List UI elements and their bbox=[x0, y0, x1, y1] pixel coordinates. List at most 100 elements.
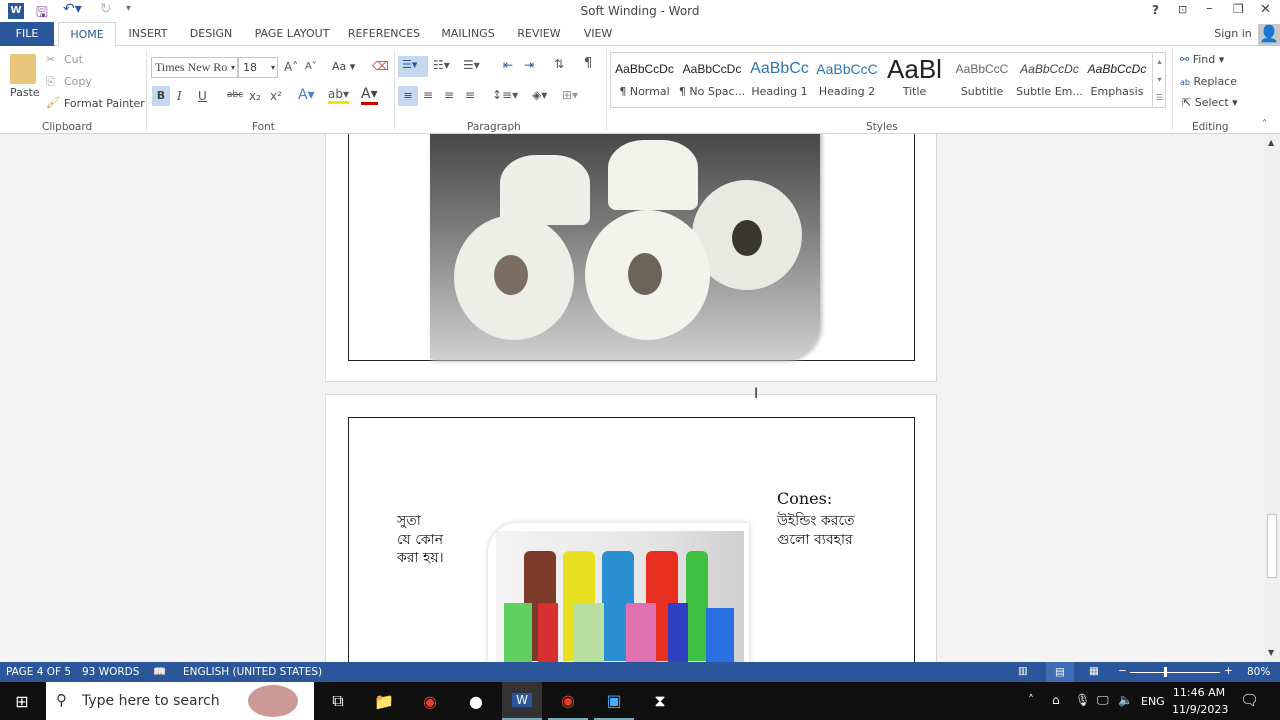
page-count[interactable]: PAGE 4 OF 5 bbox=[6, 666, 71, 678]
increase-indent-icon[interactable]: ⇥ bbox=[524, 58, 534, 72]
sort-icon[interactable]: ⇅ bbox=[554, 57, 564, 71]
zoom-slider-thumb[interactable] bbox=[1164, 667, 1167, 677]
show-hidden-icons[interactable]: ˄ bbox=[1028, 693, 1034, 707]
tab-design[interactable]: DESIGN bbox=[184, 22, 238, 46]
shrink-font-icon[interactable]: A˅ bbox=[305, 61, 317, 72]
help-button[interactable]: ? bbox=[1152, 3, 1159, 17]
paste-icon[interactable] bbox=[10, 54, 36, 84]
highlight-icon[interactable]: ab▾ bbox=[328, 87, 349, 104]
align-left-button[interactable]: ≡ bbox=[398, 86, 418, 106]
multilevel-list-icon[interactable]: ☰▾ bbox=[463, 58, 480, 72]
network-icon[interactable]: ⌂ bbox=[1052, 693, 1060, 707]
clock-date[interactable]: 11/9/2023 bbox=[1172, 703, 1228, 716]
paste-button[interactable]: Paste bbox=[10, 86, 40, 99]
replace-button[interactable]: ab Replace bbox=[1180, 75, 1237, 88]
proofing-icon[interactable]: 📖 bbox=[153, 665, 166, 678]
capcut-icon[interactable]: ⧗ bbox=[640, 682, 680, 720]
tab-view[interactable]: VIEW bbox=[578, 22, 618, 46]
font-color-icon[interactable]: A▾ bbox=[361, 86, 378, 105]
zoom-level[interactable]: 80% bbox=[1247, 666, 1270, 678]
text-effects-icon[interactable]: A▾ bbox=[298, 87, 315, 103]
style-normal[interactable]: AaBbCcDc ¶ Normal bbox=[611, 53, 678, 107]
microphone-icon[interactable]: 🎙 bbox=[1075, 693, 1090, 707]
align-center-icon[interactable]: ≡ bbox=[423, 88, 433, 102]
taskbar-search[interactable]: ⚲ Type here to search bbox=[46, 682, 314, 720]
underline-button[interactable]: U bbox=[198, 89, 207, 103]
zoom-in-button[interactable]: + bbox=[1224, 665, 1233, 677]
zoom-out-button[interactable]: − bbox=[1118, 665, 1127, 677]
strikethrough-button[interactable]: abc bbox=[227, 90, 243, 100]
tab-insert[interactable]: INSERT bbox=[122, 22, 174, 46]
close-button[interactable]: ✕ bbox=[1260, 2, 1271, 17]
chrome-profile-icon[interactable]: ◉ bbox=[548, 682, 588, 720]
input-language[interactable]: ENG bbox=[1141, 695, 1165, 708]
file-explorer-icon[interactable]: 📁 bbox=[364, 682, 404, 720]
italic-button[interactable]: I bbox=[177, 89, 182, 103]
ribbon-display-options-icon[interactable]: ⊡ bbox=[1178, 3, 1187, 16]
font-size-select[interactable]: 18 ▾ bbox=[238, 57, 278, 78]
sign-in-link[interactable]: Sign in bbox=[1210, 22, 1256, 46]
style-subtle-em[interactable]: AaBbCcDc Subtle Em... bbox=[1016, 53, 1083, 107]
copy-button[interactable]: Copy bbox=[64, 75, 92, 88]
zoom-slider[interactable] bbox=[1130, 672, 1220, 673]
read-mode-icon[interactable]: ▥ bbox=[1018, 665, 1028, 677]
select-button[interactable]: ⇱ Select ▾ bbox=[1182, 96, 1238, 109]
tab-home[interactable]: HOME bbox=[58, 22, 116, 47]
web-layout-icon[interactable]: ▦ bbox=[1089, 665, 1099, 677]
clock-time[interactable]: 11:46 AM bbox=[1172, 686, 1226, 699]
collapse-ribbon-icon[interactable]: ˄ bbox=[1262, 119, 1267, 130]
document-area[interactable]: সুতা যে কোন করা হয়। Cones: উইন্ডিং করতে… bbox=[0, 134, 1264, 662]
word-taskbar-icon[interactable]: W bbox=[502, 682, 542, 720]
style-emphasis[interactable]: AaBbCcDc Emphasis bbox=[1084, 53, 1151, 107]
style-title[interactable]: AaBl Title bbox=[881, 53, 948, 107]
scrollbar-thumb[interactable] bbox=[1267, 514, 1277, 578]
minimize-button[interactable]: – bbox=[1206, 1, 1213, 16]
tab-file[interactable]: FILE bbox=[0, 22, 54, 46]
format-painter-button[interactable]: Format Painter bbox=[64, 97, 145, 110]
chrome-icon[interactable]: ◉ bbox=[410, 682, 450, 720]
numbering-icon[interactable]: ☷▾ bbox=[433, 58, 450, 72]
app-icon[interactable]: ● bbox=[456, 682, 496, 720]
superscript-button[interactable]: x² bbox=[270, 89, 282, 103]
tab-review[interactable]: REVIEW bbox=[512, 22, 566, 46]
line-spacing-icon[interactable]: ↕≡▾ bbox=[492, 88, 518, 102]
style-no-spac[interactable]: AaBbCcDc ¶ No Spac... bbox=[679, 53, 746, 107]
clear-formatting-icon[interactable]: ⌫ bbox=[372, 59, 389, 73]
volume-icon[interactable]: 🔈 bbox=[1118, 693, 1133, 707]
restore-button[interactable]: ❐ bbox=[1233, 2, 1244, 16]
word-count[interactable]: 93 WORDS bbox=[82, 666, 139, 678]
bullets-button[interactable]: ☰▾ bbox=[398, 56, 428, 77]
font-name-select[interactable]: Times New Ro ▾ bbox=[151, 57, 238, 78]
shading-icon[interactable]: ◈▾ bbox=[532, 88, 547, 102]
show-formatting-icon[interactable]: ¶ bbox=[584, 56, 592, 71]
display-icon[interactable]: 🖵 bbox=[1097, 693, 1109, 708]
notifications-icon[interactable]: 🗨 bbox=[1240, 691, 1259, 709]
user-avatar-icon[interactable]: 👤 bbox=[1258, 24, 1280, 46]
scroll-up-icon[interactable]: ▲ bbox=[1268, 138, 1274, 147]
align-right-icon[interactable]: ≡ bbox=[444, 88, 454, 102]
decrease-indent-icon[interactable]: ⇤ bbox=[503, 58, 513, 72]
find-button[interactable]: ⚯ Find ▾ bbox=[1180, 53, 1224, 66]
cut-button[interactable]: Cut bbox=[64, 53, 83, 66]
body-text-right-2: গুলো ব্যবহার bbox=[777, 532, 853, 548]
task-view-icon[interactable]: ⧉ bbox=[318, 682, 358, 720]
scroll-down-icon[interactable]: ▼ bbox=[1268, 648, 1274, 657]
borders-icon[interactable]: ⊞▾ bbox=[562, 88, 578, 102]
subscript-button[interactable]: x₂ bbox=[249, 89, 261, 103]
start-button[interactable]: ⊞ bbox=[2, 682, 42, 720]
bold-button[interactable]: B bbox=[152, 86, 170, 106]
style-heading-2[interactable]: AaBbCcC Heading 2 bbox=[814, 53, 881, 107]
tab-references[interactable]: REFERENCES bbox=[346, 22, 422, 46]
remote-app-icon[interactable]: ▣ bbox=[594, 682, 634, 720]
vertical-scrollbar[interactable]: ▲ ▼ bbox=[1264, 134, 1280, 662]
language-indicator[interactable]: ENGLISH (UNITED STATES) bbox=[183, 666, 322, 678]
print-layout-icon[interactable]: ▤ bbox=[1046, 662, 1074, 682]
style-subtitle[interactable]: AaBbCcC Subtitle bbox=[949, 53, 1016, 107]
tab-page-layout[interactable]: PAGE LAYOUT bbox=[250, 22, 334, 46]
change-case-button[interactable]: Aa ▾ bbox=[332, 60, 355, 73]
justify-icon[interactable]: ≡ bbox=[465, 88, 475, 102]
tab-mailings[interactable]: MAILINGS bbox=[436, 22, 500, 46]
grow-font-icon[interactable]: A˄ bbox=[284, 60, 298, 74]
styles-scroll[interactable]: ▴ ▾ ☰ bbox=[1152, 53, 1166, 107]
style-heading-1[interactable]: AaBbCc Heading 1 bbox=[746, 53, 813, 107]
